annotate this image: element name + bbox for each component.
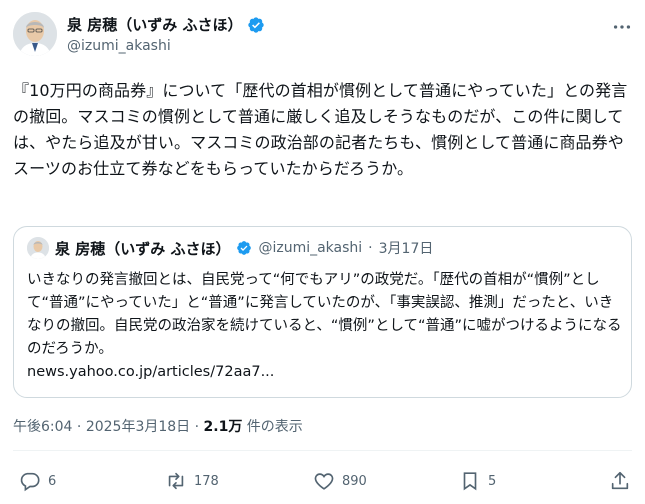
bookmark-count: 5 xyxy=(488,473,497,489)
meta-separator: · xyxy=(76,419,82,435)
quote-author-avatar xyxy=(27,237,49,259)
verified-badge-icon xyxy=(237,241,252,255)
quote-text: いきなりの発言撤回とは、自民党って“何でもアリ”の政党だ。「歴代の首相が“慣例”… xyxy=(27,269,622,384)
author-avatar[interactable] xyxy=(13,12,57,56)
divider xyxy=(13,450,632,451)
quoted-tweet[interactable]: 泉 房穂（いずみ ふさほ） @izumi_akashi · 3月17日 いきなり… xyxy=(13,226,632,398)
author-display-name[interactable]: 泉 房穂（いずみ ふさほ） xyxy=(67,15,242,35)
reply-button[interactable]: 6 xyxy=(19,470,56,492)
avatar-portrait-icon xyxy=(13,12,57,56)
author-handle[interactable]: @izumi_akashi xyxy=(67,37,171,55)
quote-date: 3月17日 xyxy=(378,241,434,257)
share-button[interactable] xyxy=(609,470,631,492)
quote-separator: · xyxy=(368,240,373,256)
like-button[interactable]: 890 xyxy=(313,470,367,492)
retweet-count: 178 xyxy=(194,473,219,489)
views-count: 2.1万 xyxy=(203,419,243,435)
tweet-date[interactable]: 2025年3月18日 xyxy=(86,419,190,435)
bookmark-button[interactable]: 5 xyxy=(459,470,496,492)
like-count: 890 xyxy=(342,473,367,489)
quote-link[interactable]: news.yahoo.co.jp/articles/72aa7... xyxy=(27,361,622,384)
avatar-portrait-icon xyxy=(27,237,49,259)
tweet-time[interactable]: 午後6:04 xyxy=(13,419,72,435)
tweet-meta: 午後6:04 · 2025年3月18日 · 2.1万 件の表示 xyxy=(13,416,303,436)
more-options-icon[interactable] xyxy=(611,16,633,38)
bookmark-icon xyxy=(463,472,477,491)
verified-badge-icon xyxy=(248,17,265,33)
action-bar: 6 178 890 5 xyxy=(13,470,632,498)
reply-icon xyxy=(20,472,40,492)
tweet-text: 『10万円の商品券』について「歴代の首相が慣例として普通にやっていた」との発言の… xyxy=(13,81,628,178)
tweet-header: 泉 房穂（いずみ ふさほ） @izumi_akashi xyxy=(13,10,633,62)
reply-count: 6 xyxy=(48,473,57,489)
retweet-icon xyxy=(168,472,184,490)
retweet-button[interactable]: 178 xyxy=(165,470,219,492)
quote-body: いきなりの発言撤回とは、自民党って“何でもアリ”の政党だ。「歴代の首相が“慣例”… xyxy=(27,272,622,357)
meta-separator: · xyxy=(194,419,200,435)
share-icon xyxy=(611,471,629,490)
views-label: 件の表示 xyxy=(246,419,303,435)
quote-author-name: 泉 房穂（いずみ ふさほ） xyxy=(55,239,231,258)
heart-icon xyxy=(314,473,334,490)
quote-author-handle: @izumi_akashi xyxy=(258,240,363,256)
